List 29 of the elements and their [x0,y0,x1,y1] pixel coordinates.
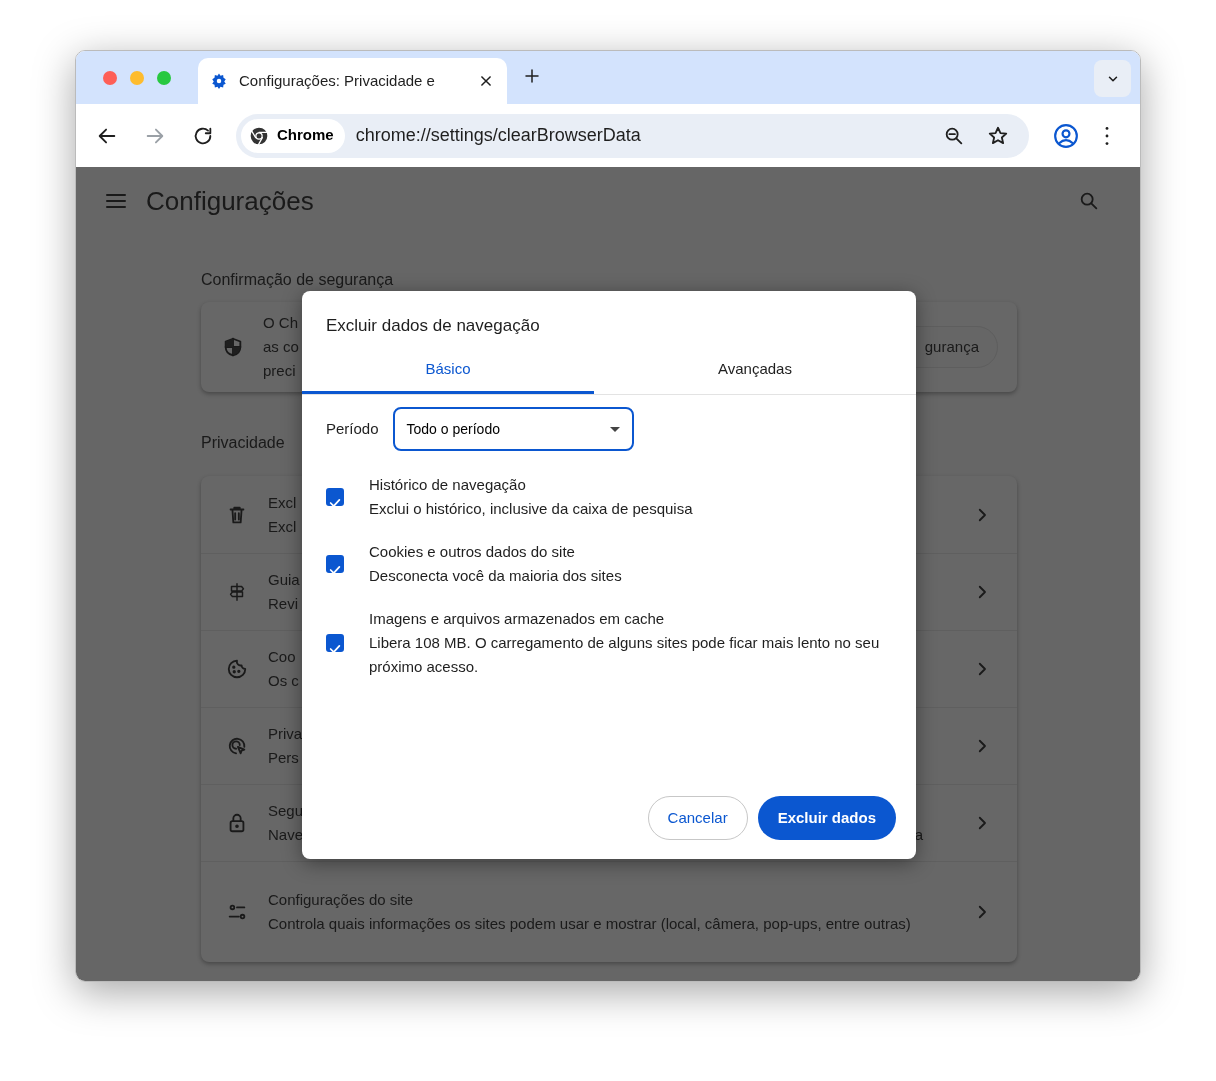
option-title: Histórico de navegação [369,475,527,495]
option-title: Imagens e arquivos armazenados em cache [369,609,666,629]
dialog-title: Excluir dados de navegação [325,315,541,337]
description-text: Controla quais informações os sites podem usar e mostrar (local, câmera, pop-ups, entre outras) [268,914,911,934]
row-title: Configurações do site [268,890,414,910]
description-text: a [914,825,923,845]
option-description: Exclui o histórico, inclusive da caixa de pesquisa [369,499,693,519]
option-title: Cookies e outros dados do site [369,542,576,562]
section-heading: Privacidade [201,433,286,453]
description-text: Excl [268,516,297,537]
description-text: Pers [268,748,299,768]
description-text: Nave [268,825,304,845]
row-title: Priva [268,724,303,744]
row-title: Coo [268,647,296,667]
option-description: Desconecta você da maioria dos sites [369,566,622,586]
row-title: Segu [268,801,304,821]
url-text: chrome://settings/clearBrowserData [355,124,641,147]
period-label: Período [326,419,379,439]
description-text: O Ch [263,313,298,333]
section-heading: Confirmação de segurança [201,270,395,290]
description-text: preci [263,361,296,381]
tab-title: Configurações: Privacidade e [239,70,435,91]
description-text: Revi [268,594,298,614]
description-text: as co [263,337,299,357]
option-description: Libera 108 MB. O carregamento de alguns sites pode ficar mais lento no seu próximo acesso. [369,633,881,677]
page-title: Configurações [146,184,314,218]
row-title: Guia [268,570,300,590]
description-text: Os c [268,671,299,691]
row-title: Excl [268,492,297,513]
